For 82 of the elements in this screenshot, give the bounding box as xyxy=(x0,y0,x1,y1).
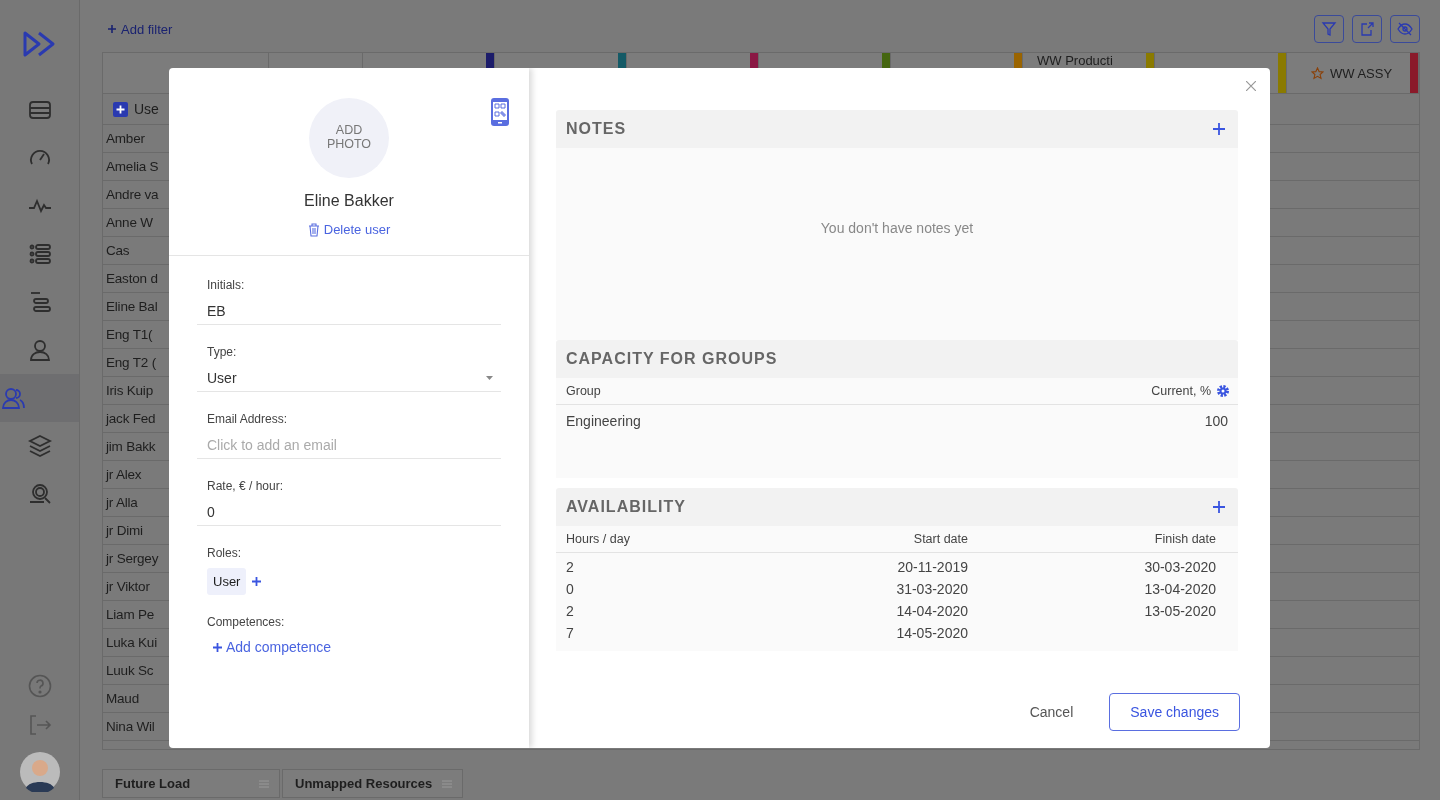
resource-name[interactable]: Maud xyxy=(106,691,139,706)
resource-name[interactable]: jr Sergey xyxy=(106,551,159,566)
resource-name[interactable]: Liam Pe xyxy=(106,607,155,622)
field-label: Rate, € / hour: xyxy=(206,479,285,493)
table-cell: 31-03-2020 xyxy=(896,581,968,597)
table-cell-text: 0 xyxy=(566,581,575,597)
add-competence-link[interactable]: Add competence xyxy=(197,639,501,655)
resource-name[interactable]: jr Alex xyxy=(106,467,142,482)
field-label: Type: xyxy=(206,345,238,359)
resource-name[interactable]: jr Alla xyxy=(106,495,138,510)
resource-name[interactable]: Nina Wil xyxy=(106,719,155,734)
column-header: WW Producti xyxy=(1037,54,1113,68)
help-icon[interactable] xyxy=(27,674,52,698)
add-icon[interactable] xyxy=(1213,123,1225,135)
table-cell: 100 xyxy=(1204,413,1228,429)
column-header: Hours / day xyxy=(566,532,631,546)
column-header: WW ASSY xyxy=(1330,66,1393,81)
table-cell: 14-04-2020 xyxy=(896,603,968,619)
table-cell-text: 2 xyxy=(566,559,575,575)
resource-name[interactable]: Andre va xyxy=(106,187,159,202)
resource-name[interactable]: Cas xyxy=(106,243,130,258)
column-header: Finish date xyxy=(1153,532,1216,546)
role-tag: User xyxy=(207,568,247,595)
user-name: Eline Bakker xyxy=(304,192,394,210)
field-label: Roles: xyxy=(206,546,242,560)
people-icon[interactable] xyxy=(0,385,26,411)
bottom-tab[interactable]: Future Load xyxy=(102,769,280,798)
empty-message: You don't have notes yet xyxy=(820,220,974,236)
nav-item[interactable] xyxy=(0,374,79,422)
save-changes-button[interactable]: Save changes xyxy=(1109,693,1240,731)
resource-name[interactable]: Eng T2 ( xyxy=(106,355,156,370)
table-cell: Engineering xyxy=(566,413,641,429)
resource-name[interactable]: Eng T1( xyxy=(106,327,153,342)
add-icon[interactable] xyxy=(252,577,262,586)
table-cell-text: 2 xyxy=(566,603,575,619)
add-photo-button[interactable]: ADD PHOTO xyxy=(309,98,389,178)
filter-icon[interactable] xyxy=(1314,15,1344,43)
add-icon[interactable] xyxy=(113,101,128,117)
phone-qr-icon[interactable] xyxy=(491,98,509,126)
table-cell: 14-05-2020 xyxy=(896,625,968,641)
close-icon[interactable] xyxy=(1246,81,1256,91)
resource-name[interactable]: Iris Kuip xyxy=(106,383,153,398)
hide-icon[interactable] xyxy=(1390,15,1420,43)
resource-name[interactable]: jr Dimi xyxy=(106,523,143,538)
add-icon[interactable] xyxy=(1213,501,1225,513)
table-cell: 30-03-2020 xyxy=(1144,559,1216,575)
resource-name[interactable]: Amber xyxy=(106,131,145,146)
column-header: Use xyxy=(134,101,159,117)
table-cell: 13-04-2020 xyxy=(1144,581,1216,597)
cancel-button[interactable]: Cancel xyxy=(1023,703,1080,721)
resource-name[interactable]: Easton d xyxy=(106,271,158,286)
logout-icon[interactable] xyxy=(27,714,52,736)
resource-name[interactable]: Luka Kui xyxy=(106,635,157,650)
add-filter-link[interactable]: Add filter xyxy=(108,21,173,37)
field-label: Email Address: xyxy=(206,412,289,426)
table-cell: 13-05-2020 xyxy=(1144,603,1216,619)
resource-name[interactable]: Eline Bal xyxy=(106,299,158,314)
section-title: NOTES xyxy=(566,120,627,138)
settings-icon[interactable] xyxy=(1216,384,1230,398)
column-header: Group xyxy=(566,384,601,398)
field-label: Initials: xyxy=(206,278,246,292)
section-title: AVAILABILITY xyxy=(566,498,686,516)
resource-name[interactable]: Anne W xyxy=(106,215,153,230)
bottom-tab[interactable]: Unmapped Resources xyxy=(282,769,464,798)
trash-icon xyxy=(307,222,320,237)
field-label: Competences: xyxy=(206,615,286,629)
resource-name[interactable]: Amelia S xyxy=(106,159,159,174)
add-icon xyxy=(213,642,222,652)
table-cell: 20-11-2019 xyxy=(897,559,968,575)
section-title: CAPACITY FOR GROUPS xyxy=(566,350,778,368)
resource-name[interactable]: Luuk Sc xyxy=(106,663,154,678)
resource-name[interactable]: jack Fed xyxy=(106,411,156,426)
column-header: Start date xyxy=(912,532,968,546)
column-header: Current, % xyxy=(1151,384,1211,398)
resource-name[interactable]: jim Bakk xyxy=(106,439,156,454)
export-icon[interactable] xyxy=(1352,15,1382,43)
layers-icon[interactable] xyxy=(26,433,53,459)
resource-name[interactable]: jr Viktor xyxy=(106,579,150,594)
add-icon xyxy=(108,25,116,33)
delete-user-link[interactable]: Delete user xyxy=(307,222,391,237)
table-cell-text: 7 xyxy=(566,625,575,641)
avatar[interactable] xyxy=(19,752,60,792)
